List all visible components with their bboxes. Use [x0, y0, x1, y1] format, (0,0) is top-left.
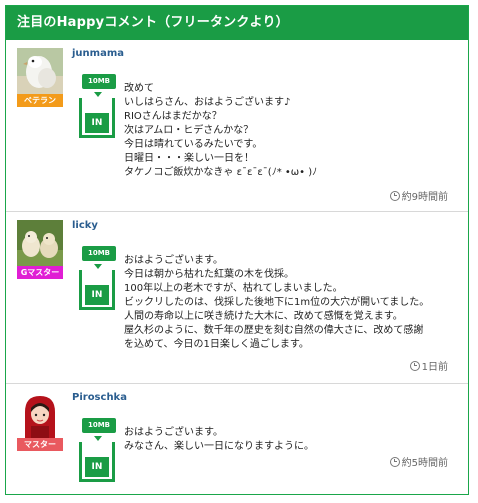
rank-badge: マスター — [17, 438, 63, 451]
girl-red-hood-avatar-icon[interactable] — [17, 392, 63, 438]
username-link[interactable]: licky — [72, 220, 98, 231]
tank-box: IN — [79, 270, 115, 310]
comment-text: おはようございます。 みなさん、楽しい一日になりますように。 — [124, 427, 314, 452]
tank-arrow-icon — [94, 92, 102, 97]
tank-capacity-label: 10MB — [82, 246, 116, 261]
bird-avatar-icon[interactable] — [17, 48, 63, 94]
tank-capacity-label: 10MB — [82, 418, 116, 433]
tank-status: IN — [85, 457, 109, 477]
comment-item: マスター Piroschka 10MB IN おはようございます。 みなさん、楽… — [6, 384, 468, 494]
tank-box: IN — [79, 442, 115, 482]
tank-capacity-label: 10MB — [82, 74, 116, 89]
clock-icon — [389, 457, 400, 467]
username-link[interactable]: junmama — [72, 48, 124, 59]
dogs-avatar-icon[interactable] — [17, 220, 63, 266]
clock-icon — [409, 361, 420, 371]
rank-badge: Gマスター — [17, 266, 63, 279]
panel-title: 注目のHappyコメント（フリータンクより） — [6, 6, 468, 40]
clock-icon — [389, 191, 400, 201]
username-link[interactable]: Piroschka — [72, 392, 127, 403]
happy-comments-panel: 注目のHappyコメント（フリータンクより） ベテラン junmama 10MB… — [5, 5, 469, 495]
comment-timestamp: 1日前 — [409, 358, 448, 373]
rank-badge: ベテラン — [17, 94, 63, 107]
comment-timestamp: 約5時間前 — [389, 454, 448, 469]
comment-text: おはようございます。 今日は朝から枯れた紅葉の木を伐採。 100年以上の老木です… — [124, 255, 430, 350]
comment-item: ベテラン junmama 10MB IN 改めて いしはらさん、おはようございま… — [6, 40, 468, 212]
tank-arrow-icon — [94, 436, 102, 441]
tank-status: IN — [85, 285, 109, 305]
comment-item: Gマスター licky 10MB IN おはようございます。 今日は朝から枯れた… — [6, 212, 468, 384]
tank-status: IN — [85, 113, 109, 133]
tank-arrow-icon — [94, 264, 102, 269]
comment-text: 改めて いしはらさん、おはようございます♪ RIOさんはまだかな？ 次はアムロ・… — [124, 83, 318, 178]
comment-timestamp: 約9時間前 — [389, 188, 448, 203]
tank-box: IN — [79, 98, 115, 138]
